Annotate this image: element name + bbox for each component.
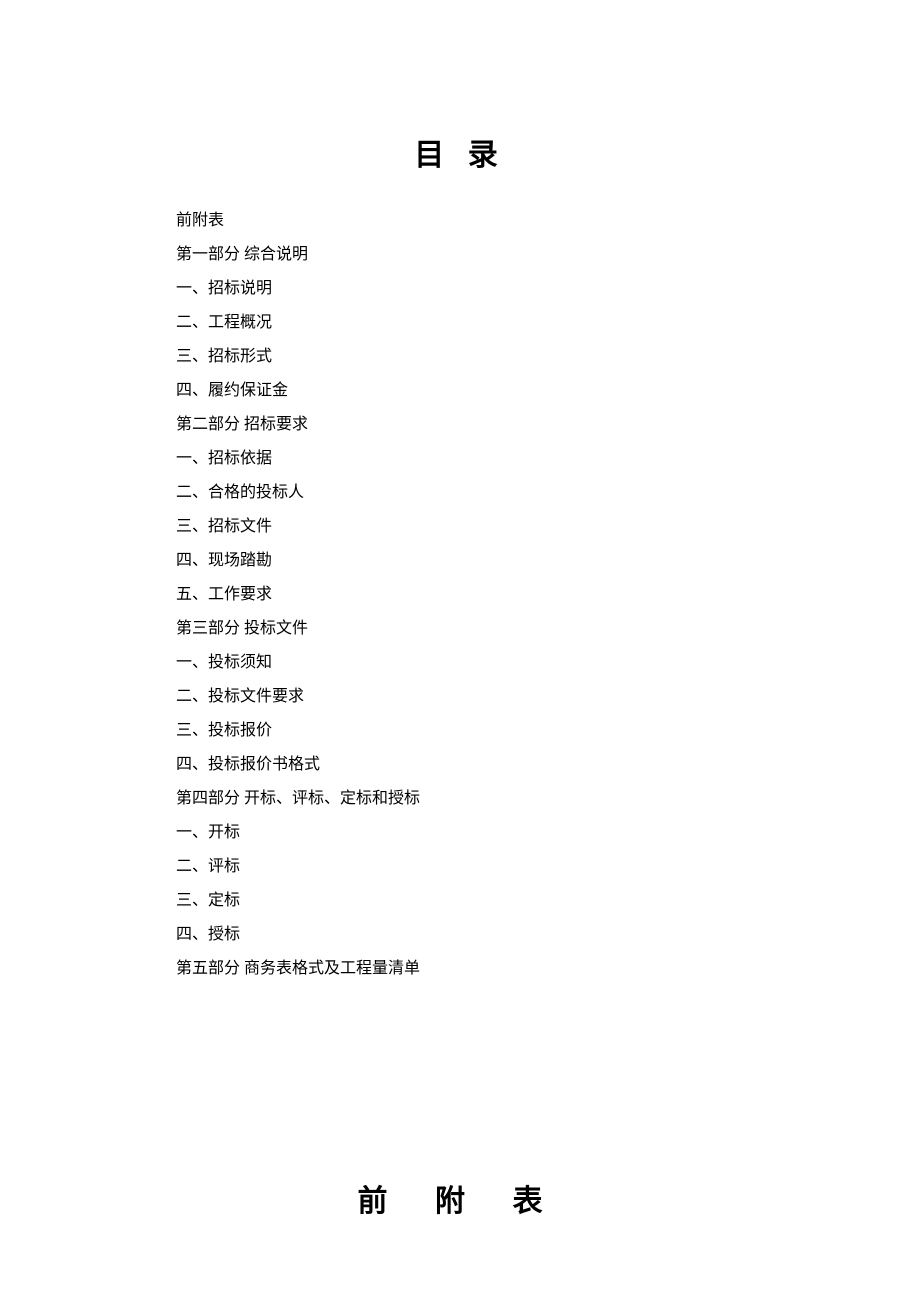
toc-item: 第二部分 招标要求 xyxy=(176,408,744,442)
toc-item: 一、招标依据 xyxy=(176,442,744,476)
toc-item: 第一部分 综合说明 xyxy=(176,238,744,272)
toc-item: 四、履约保证金 xyxy=(176,374,744,408)
toc-item: 第三部分 投标文件 xyxy=(176,612,744,646)
toc-item: 第五部分 商务表格式及工程量清单 xyxy=(176,952,744,986)
toc-item: 三、定标 xyxy=(176,884,744,918)
toc-item: 二、评标 xyxy=(176,850,744,884)
page-title: 目 录 xyxy=(176,130,744,174)
toc-item: 一、开标 xyxy=(176,816,744,850)
toc-item: 一、投标须知 xyxy=(176,646,744,680)
toc-item: 四、授标 xyxy=(176,918,744,952)
section-subtitle: 前 附 表 xyxy=(176,1176,744,1220)
toc-item: 三、招标文件 xyxy=(176,510,744,544)
table-of-contents: 前附表 第一部分 综合说明 一、招标说明 二、工程概况 三、招标形式 四、履约保… xyxy=(176,204,744,986)
toc-item: 三、招标形式 xyxy=(176,340,744,374)
toc-item: 二、合格的投标人 xyxy=(176,476,744,510)
toc-item: 二、工程概况 xyxy=(176,306,744,340)
toc-item: 二、投标文件要求 xyxy=(176,680,744,714)
toc-item: 三、投标报价 xyxy=(176,714,744,748)
toc-item: 前附表 xyxy=(176,204,744,238)
document-page: 目 录 前附表 第一部分 综合说明 一、招标说明 二、工程概况 三、招标形式 四… xyxy=(0,0,920,1220)
toc-item: 五、工作要求 xyxy=(176,578,744,612)
toc-item: 四、现场踏勘 xyxy=(176,544,744,578)
toc-item: 一、招标说明 xyxy=(176,272,744,306)
toc-item: 第四部分 开标、评标、定标和授标 xyxy=(176,782,744,816)
toc-item: 四、投标报价书格式 xyxy=(176,748,744,782)
